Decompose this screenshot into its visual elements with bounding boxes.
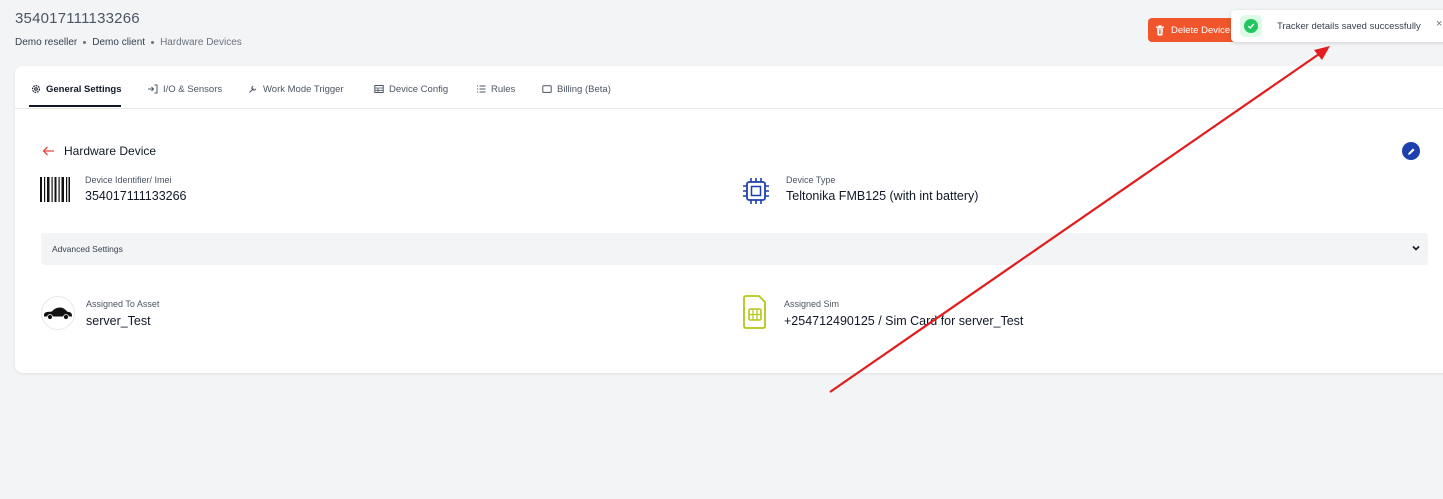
tab-label: Rules [491,83,516,95]
asset-value[interactable]: server_Test [86,314,151,328]
pencil-icon [1407,148,1414,155]
wrench-icon [249,85,257,93]
breadcrumb-separator [83,41,87,44]
tab-rules[interactable]: Rules [476,80,515,98]
toast-message: Tracker details saved successfully [1277,20,1421,32]
tab-label: General Settings [46,83,122,95]
check-icon [1244,19,1258,33]
sim-label: Assigned Sim [784,299,840,309]
sim-card-icon [743,295,766,329]
car-icon [44,307,72,320]
imei-label: Device Identifier/ Imei [85,175,172,185]
tab-label: Work Mode Trigger [263,83,344,95]
tab-work-mode-trigger[interactable]: Work Mode Trigger [248,80,344,98]
gear-icon [31,84,41,94]
close-icon[interactable]: × [1436,18,1442,30]
tab-bar: General Settings I/O & Sensors Work Mode… [15,66,1443,109]
page-title: 354017111133266 [15,10,140,27]
chevron-down-icon [1412,245,1420,251]
success-badge [1240,15,1262,37]
sign-in-icon [148,84,158,94]
delete-device-button[interactable]: Delete Device [1148,18,1238,42]
device-type-value: Teltonika FMB125 (with int battery) [786,189,979,203]
device-card: General Settings I/O & Sensors Work Mode… [15,66,1443,373]
tab-label: Billing (Beta) [557,83,611,95]
tab-label: I/O & Sensors [163,83,223,95]
breadcrumb-current: Hardware Devices [160,37,242,48]
tab-device-config[interactable]: Device Config [374,80,448,98]
sim-value[interactable]: +254712490125 / Sim Card for server_Test [784,314,1023,328]
device-type-label: Device Type [786,175,836,185]
section-header: Hardware Device [42,144,156,158]
tab-general-settings[interactable]: General Settings [31,80,122,98]
delete-device-label: Delete Device [1171,24,1231,36]
section-title: Hardware Device [64,144,157,158]
barcode-icon [40,177,70,202]
tab-billing[interactable]: Billing (Beta) [542,80,611,98]
chip-icon [743,178,769,204]
active-tab-indicator [29,105,121,107]
edit-button[interactable] [1402,142,1420,160]
breadcrumb-separator [151,41,155,44]
breadcrumb-client[interactable]: Demo client [92,37,145,48]
table-icon [374,85,384,93]
list-icon [477,85,486,93]
breadcrumb: Demo reseller Demo client Hardware Devic… [15,37,242,48]
imei-value: 354017111133266 [85,189,187,203]
tab-label: Device Config [389,83,449,95]
asset-avatar [41,296,75,330]
breadcrumb-reseller[interactable]: Demo reseller [15,37,77,48]
tab-io-sensors[interactable]: I/O & Sensors [147,80,222,98]
card-icon [542,85,552,93]
arrow-left-icon[interactable] [42,146,55,156]
success-toast: Tracker details saved successfully × [1231,10,1443,42]
trash-icon [1156,24,1164,35]
asset-label: Assigned To Asset [86,299,160,309]
advanced-settings-accordion[interactable]: Advanced Settings [41,233,1428,265]
advanced-settings-label: Advanced Settings [52,244,123,254]
